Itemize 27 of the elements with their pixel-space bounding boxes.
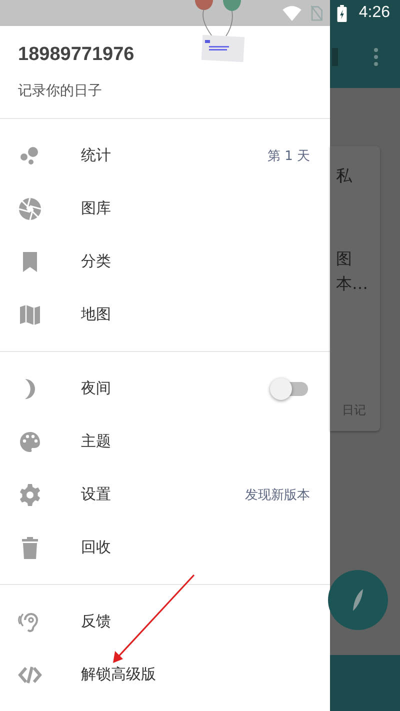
- card-text: 本…: [336, 274, 369, 295]
- more-icon[interactable]: [374, 48, 378, 66]
- menu-item[interactable]: 统计 第 1 天: [0, 129, 330, 182]
- menu-item[interactable]: 反馈: [0, 595, 330, 648]
- account-number: 18989771976: [18, 44, 136, 66]
- card-text: 私: [336, 166, 353, 187]
- palette-icon: [18, 430, 42, 454]
- wifi-icon: [282, 6, 302, 20]
- feather-icon: [352, 588, 364, 612]
- no-sim-icon: [310, 5, 323, 21]
- status-time: 4:26: [358, 4, 390, 22]
- menu-item[interactable]: 夜间: [0, 362, 330, 415]
- tagline: 记录你的日子: [18, 82, 103, 100]
- bottom-bar: [330, 655, 400, 711]
- settings-icon: [18, 482, 42, 506]
- menu-item[interactable]: 图库: [0, 182, 330, 235]
- item-note: 第 1 天: [267, 148, 310, 164]
- aperture-icon: [18, 196, 42, 220]
- card-text: 图: [336, 249, 353, 270]
- menu-item[interactable]: 分类: [0, 235, 330, 288]
- menu-item[interactable]: 地图: [0, 288, 330, 341]
- menu-item[interactable]: 解锁高级版: [0, 648, 330, 701]
- menu-item[interactable]: 设置 发现新版本: [0, 468, 330, 521]
- item-note: 发现新版本: [245, 486, 310, 504]
- menu-item[interactable]: 回收: [0, 521, 330, 574]
- map-icon: [18, 302, 42, 326]
- menu-item[interactable]: 主题: [0, 415, 330, 468]
